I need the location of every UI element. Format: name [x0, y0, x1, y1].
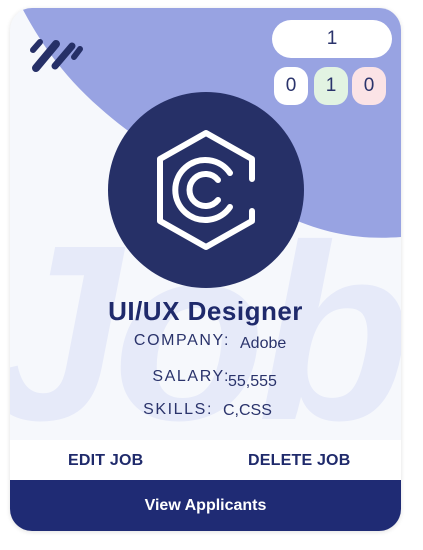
applicant-count-badge: 1	[272, 20, 392, 58]
company-row: COMPANY: Adobe	[10, 332, 401, 358]
company-label: COMPANY:	[133, 332, 230, 349]
skills-label: SKILLS:	[143, 401, 213, 418]
company-logo	[108, 92, 304, 288]
status-count-rejected: 0	[352, 67, 386, 105]
delete-job-button[interactable]: DELETE JOB	[248, 452, 350, 470]
skills-row: SKILLS: C,CSS	[10, 401, 401, 427]
view-applicants-button[interactable]: View Applicants	[10, 480, 401, 531]
hexagon-c-logo-icon	[157, 130, 255, 250]
status-count-accepted: 1	[314, 67, 348, 105]
salary-value: 55,555	[228, 373, 277, 390]
job-title: UI/UX Designer	[108, 296, 303, 326]
salary-label: SALARY:	[152, 368, 230, 385]
salary-row: SALARY: 55,555	[10, 368, 401, 394]
skills-value: C,CSS	[223, 402, 272, 419]
slash-stripes-icon	[30, 39, 83, 72]
job-card: Job 1 0 1 0 UI/UX Designer COMPANY: Adob…	[10, 8, 401, 531]
status-count-neutral: 0	[274, 67, 308, 105]
job-actions-bar: EDIT JOB DELETE JOB	[10, 440, 401, 480]
edit-job-button[interactable]: EDIT JOB	[68, 452, 143, 470]
company-value: Adobe	[240, 335, 287, 352]
